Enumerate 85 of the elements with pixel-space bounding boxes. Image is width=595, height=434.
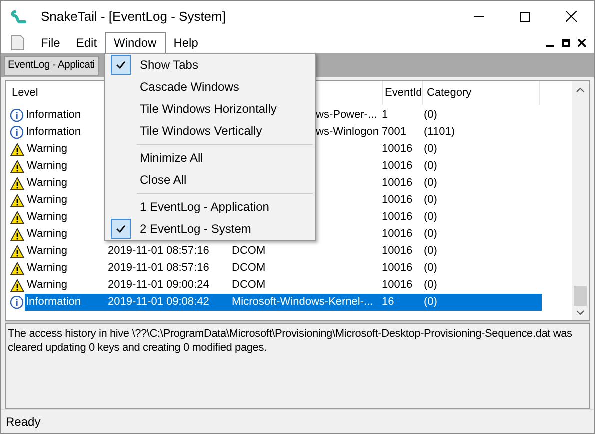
table-cell: (0)	[424, 279, 438, 292]
menu-option[interactable]: Minimize All	[105, 147, 315, 169]
table-cell: 10016	[382, 160, 413, 172]
table-cell[interactable]: Warning	[26, 209, 69, 226]
warning-icon	[10, 228, 25, 242]
info-icon	[10, 296, 24, 310]
table-cell: (0)	[424, 245, 438, 258]
table-cell: 7001	[382, 126, 406, 138]
table-cell: (0)	[424, 194, 438, 206]
table-cell: 10016	[382, 262, 413, 274]
menu-option[interactable]: Close All	[105, 169, 315, 191]
warning-icon	[10, 262, 25, 276]
menu-option[interactable]: Tile Windows Horizontally	[105, 98, 315, 120]
warning-icon	[10, 176, 25, 190]
table-cell: 10016	[382, 177, 413, 190]
table-cell: 2019-11-01 09:00:24	[108, 279, 210, 292]
table-cell[interactable]: Warning	[26, 158, 69, 175]
table-cell: ws-Power-...	[316, 109, 378, 122]
table-cell: 1	[382, 109, 388, 122]
table-cell: (0)	[424, 143, 438, 156]
table-cell: DCOM	[232, 279, 266, 292]
event-description: The access history in hive \??\C:\ProgramData\Microsoft\Provisioning\Microsoft-Desktop-Provisioning-Sequence.dat was cleared updating 0 keys and creating 0 modified pages.	[8, 327, 574, 355]
table-cell: 10016	[382, 228, 413, 240]
status-text: Ready	[6, 414, 41, 430]
table-cell: (0)	[424, 296, 438, 308]
child-close-icon[interactable]	[578, 38, 586, 46]
window-title: SnakeTail - [EventLog - System]	[41, 8, 226, 26]
menu-option[interactable]: 2 EventLog - System	[105, 218, 315, 240]
scroll-up-icon[interactable]	[576, 87, 585, 93]
table-cell: (0)	[424, 109, 438, 122]
table-cell[interactable]: Information	[25, 124, 82, 141]
menu-option[interactable]: Tile Windows Vertically	[105, 120, 315, 142]
table-cell[interactable]: Information	[25, 294, 108, 311]
table-cell: DCOM	[232, 262, 266, 274]
menu-option[interactable]: Cascade Windows	[105, 76, 315, 98]
table-cell: 2019-11-01 09:08:42	[108, 296, 210, 308]
menu-item[interactable]: File	[33, 32, 68, 53]
warning-icon	[10, 278, 25, 292]
table-cell: (0)	[424, 160, 438, 172]
table-cell: 2019-11-01 08:57:16	[108, 245, 210, 258]
table-cell[interactable]: Warning	[26, 141, 69, 158]
table-cell: 2019-11-01 08:57:16	[108, 262, 210, 274]
snake-logo-icon	[11, 8, 27, 24]
table-cell[interactable]: Warning	[26, 226, 69, 243]
menu-item[interactable]: Help	[166, 32, 206, 53]
menu-item[interactable]: Edit	[68, 32, 106, 53]
table-cell: Microsoft-Windows-Kernel-...	[232, 296, 374, 308]
table-cell[interactable]: Warning	[26, 175, 69, 192]
child-minimize-icon[interactable]	[546, 44, 554, 46]
table-cell: 10016	[382, 143, 413, 156]
table-cell: DCOM	[232, 245, 266, 258]
table-cell: 16	[382, 296, 394, 308]
table-cell[interactable]: Information	[25, 107, 82, 124]
table-cell: (1101)	[424, 126, 455, 138]
warning-icon	[10, 194, 25, 208]
document-tab[interactable]: EventLog - Applicati	[4, 56, 99, 76]
table-cell: (0)	[424, 211, 438, 224]
table-cell[interactable]: Warning	[26, 260, 69, 277]
column-header[interactable]: EventId	[382, 81, 422, 105]
info-icon	[10, 126, 24, 140]
warning-icon	[10, 244, 25, 258]
warning-icon	[10, 160, 25, 174]
table-cell: (0)	[424, 262, 438, 274]
table-cell: 10016	[382, 194, 413, 206]
menu-item[interactable]: Window	[105, 32, 166, 53]
scrollbar[interactable]	[572, 81, 589, 320]
menu-option[interactable]: Show Tabs	[105, 54, 315, 76]
warning-icon	[10, 142, 25, 156]
warning-icon	[10, 210, 25, 224]
table-cell: 10016	[382, 211, 413, 224]
table-cell: ws-Winlogon	[316, 126, 379, 138]
table-cell: (0)	[424, 228, 438, 240]
table-cell: (0)	[424, 177, 438, 190]
table-cell[interactable]: Warning	[26, 243, 69, 260]
table-cell: 10016	[382, 279, 413, 292]
table-cell[interactable]: Warning	[26, 192, 69, 209]
info-icon	[10, 108, 24, 122]
table-cell: 10016	[382, 245, 413, 258]
column-header[interactable]: Category	[422, 81, 540, 105]
child-restore-icon[interactable]	[562, 38, 570, 46]
scroll-down-icon[interactable]	[576, 310, 585, 316]
table-cell[interactable]: Warning	[26, 277, 69, 294]
document-icon[interactable]	[11, 34, 25, 50]
scrollbar-thumb[interactable]	[574, 286, 587, 306]
menu-option[interactable]: 1 EventLog - Application	[105, 196, 315, 218]
